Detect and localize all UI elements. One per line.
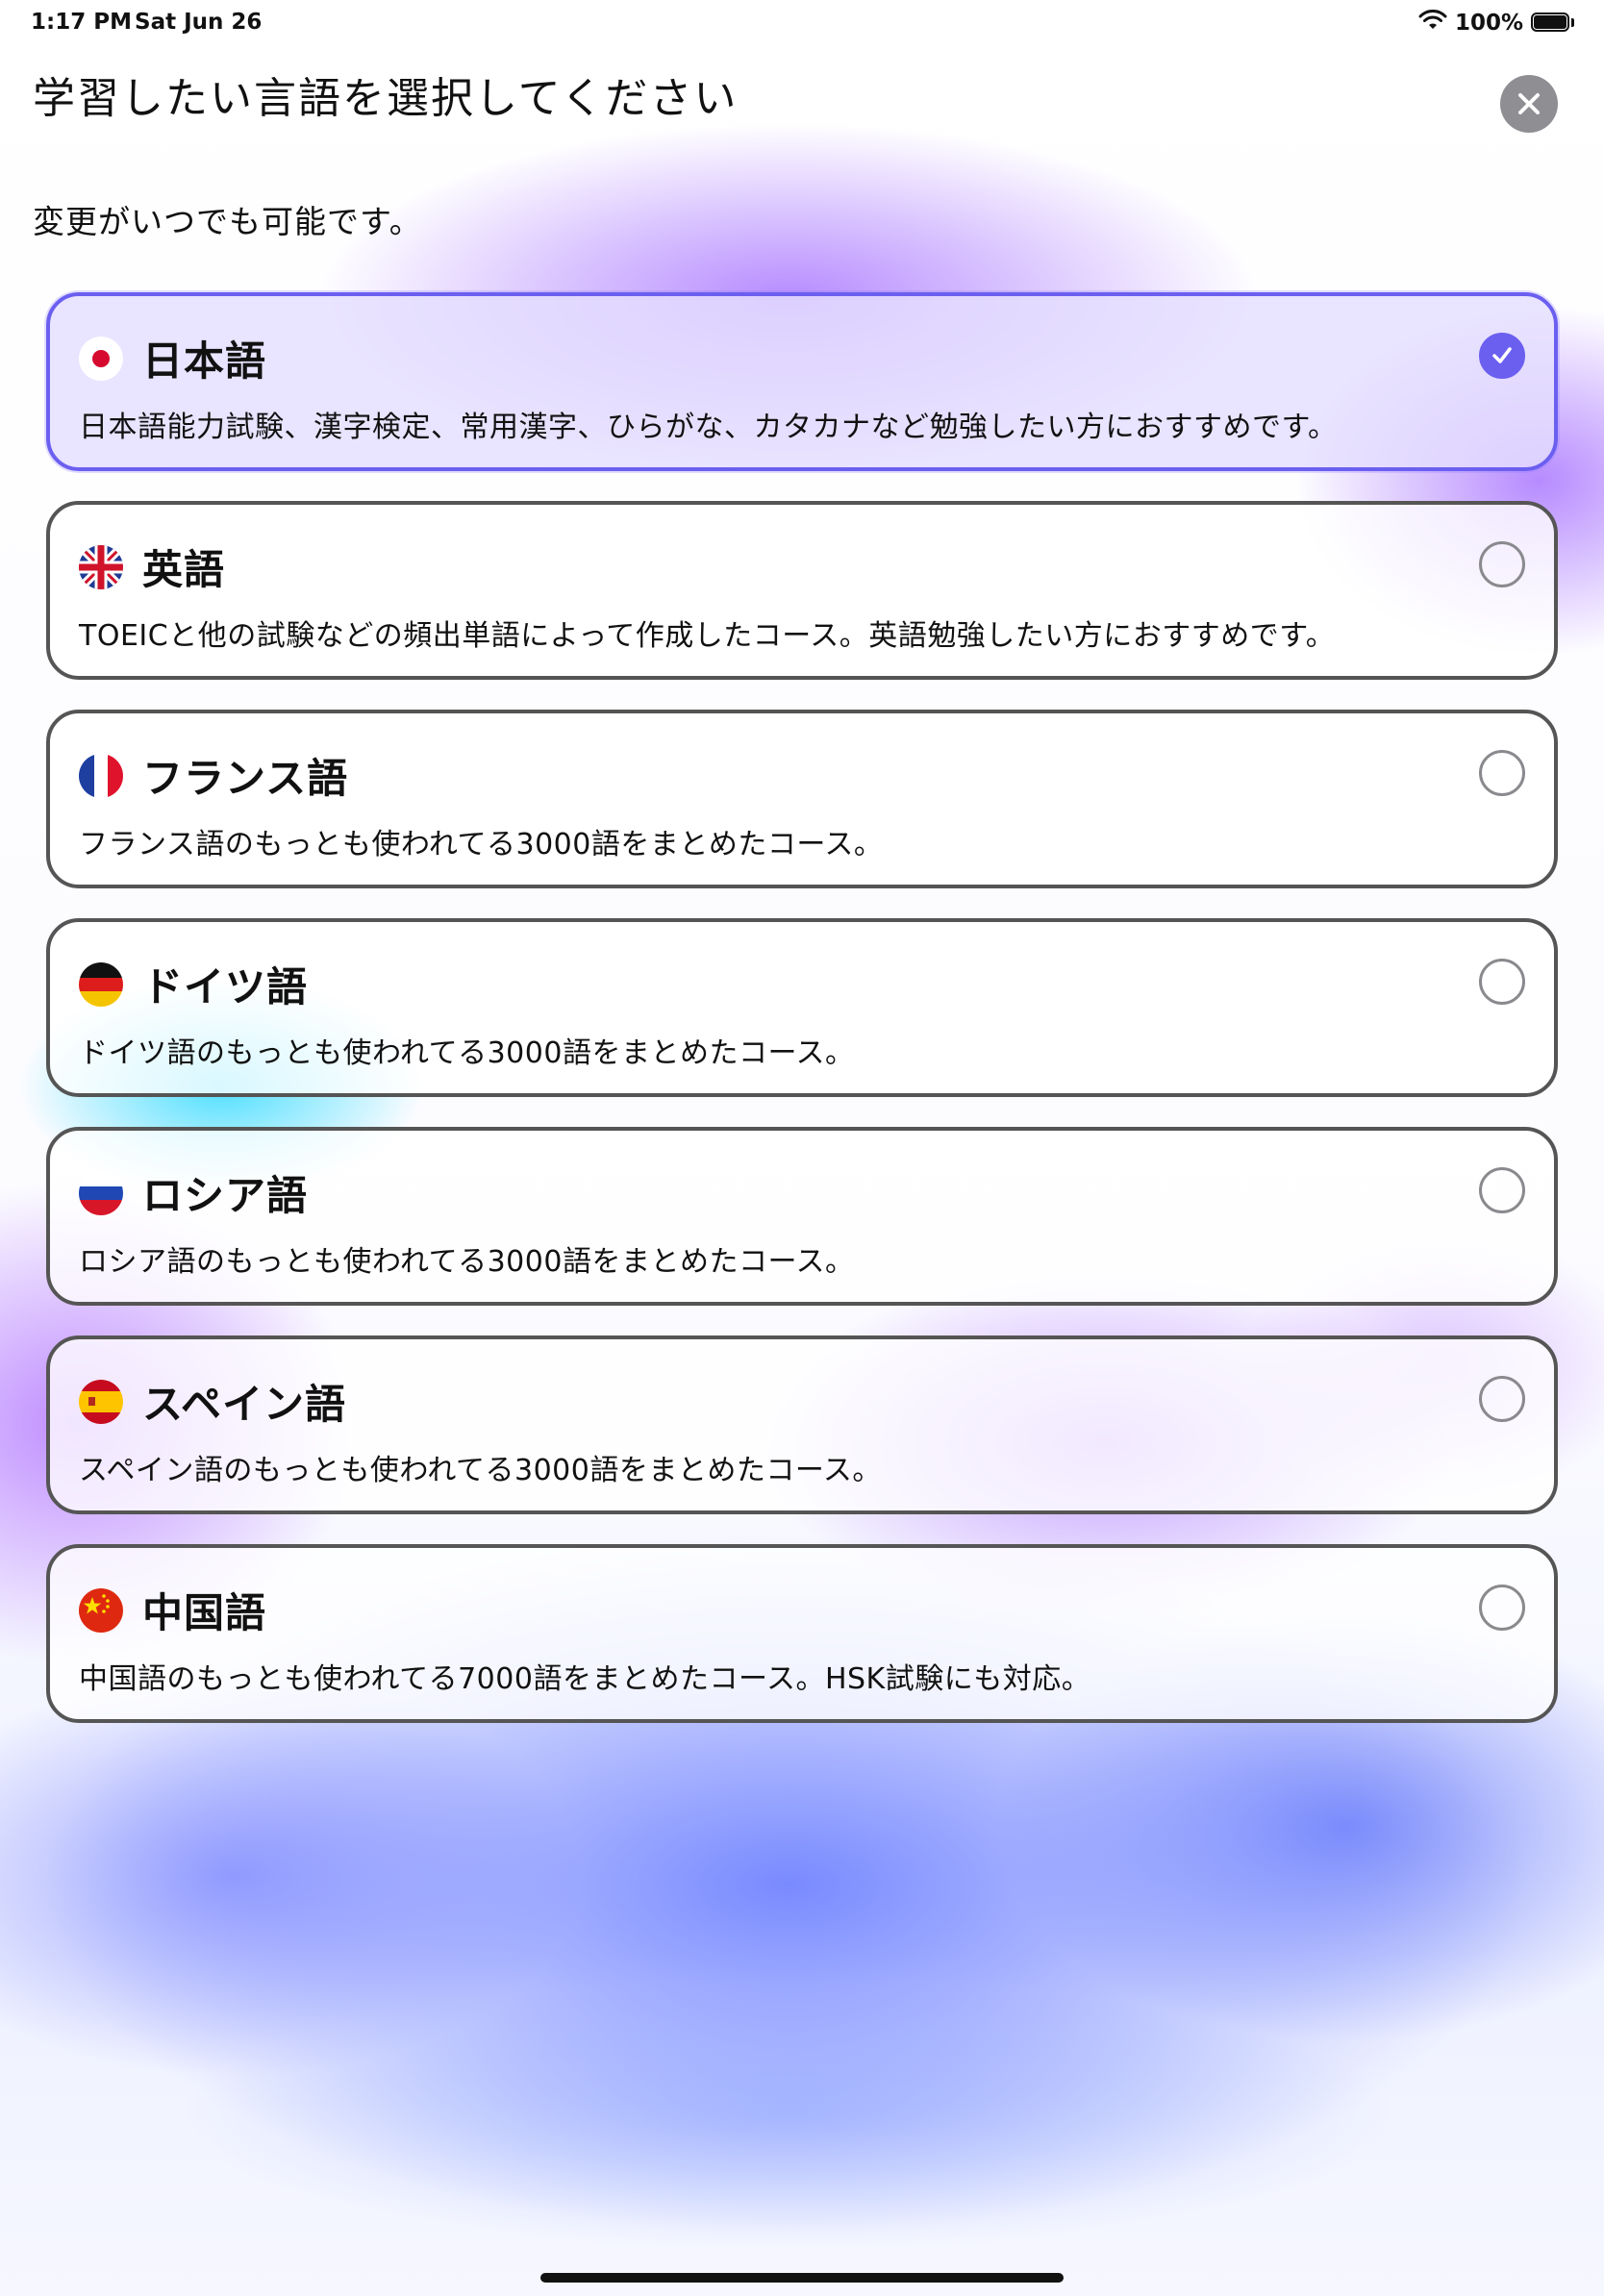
china-flag-icon xyxy=(79,1588,123,1633)
language-description: ドイツ語のもっとも使われてる3000語をまとめたコース。 xyxy=(79,1036,855,1070)
language-name: フランス語 xyxy=(142,755,349,802)
close-icon xyxy=(1518,93,1540,114)
home-indicator[interactable] xyxy=(540,2273,1064,2283)
radio-button[interactable] xyxy=(1479,1585,1525,1631)
language-name: 中国語 xyxy=(142,1589,267,1636)
language-option-english[interactable]: 英語 TOEICと他の試験などの頻出単語によって作成したコース。英語勉強したい方… xyxy=(46,501,1558,680)
language-option-russian[interactable]: ロシア語 ロシア語のもっとも使われてる3000語をまとめたコース。 xyxy=(46,1127,1558,1306)
language-option-french[interactable]: フランス語 フランス語のもっとも使われてる3000語をまとめたコース。 xyxy=(46,710,1558,888)
radio-button[interactable] xyxy=(1479,959,1525,1005)
spain-flag-icon xyxy=(79,1380,123,1424)
radio-button[interactable] xyxy=(1479,1376,1525,1422)
close-button[interactable] xyxy=(1500,75,1558,133)
language-description: 日本語能力試験、漢字検定、常用漢字、ひらがな、カタカナなど勉強したい方におすすめ… xyxy=(79,411,1338,444)
language-option-chinese[interactable]: 中国語 中国語のもっとも使われてる7000語をまとめたコース。HSK試験にも対応… xyxy=(46,1544,1558,1723)
radio-button[interactable] xyxy=(1479,1167,1525,1213)
language-name: ロシア語 xyxy=(142,1172,309,1219)
status-time: 1:17 PM xyxy=(31,10,132,35)
wifi-icon xyxy=(1418,10,1447,37)
language-name: 日本語 xyxy=(142,337,267,385)
language-name: 英語 xyxy=(142,546,226,593)
language-option-spanish[interactable]: スペイン語 スペイン語のもっとも使われてる3000語をまとめたコース。 xyxy=(46,1335,1558,1514)
russia-flag-icon xyxy=(79,1171,123,1215)
status-bar: 1:17 PM Sat Jun 26 100% xyxy=(0,0,1604,44)
language-option-german[interactable]: ドイツ語 ドイツ語のもっとも使われてる3000語をまとめたコース。 xyxy=(46,918,1558,1097)
checkmark-icon xyxy=(1492,347,1512,363)
language-list: 日本語 日本語能力試験、漢字検定、常用漢字、ひらがな、カタカナなど勉強したい方に… xyxy=(46,292,1558,1753)
language-description: ロシア語のもっとも使われてる3000語をまとめたコース。 xyxy=(79,1245,855,1279)
language-name: スペイン語 xyxy=(142,1381,347,1428)
status-indicators: 100% xyxy=(1418,10,1575,37)
japan-flag-icon xyxy=(79,337,123,381)
page-subtitle: 変更がいつでも可能です。 xyxy=(33,203,422,240)
france-flag-icon xyxy=(79,754,123,798)
language-description: TOEICと他の試験などの頻出単語によって作成したコース。英語勉強したい方におす… xyxy=(79,619,1336,653)
page-title: 学習したい言語を選択してください xyxy=(33,74,739,123)
radio-button-selected[interactable] xyxy=(1479,333,1525,379)
radio-button[interactable] xyxy=(1479,541,1525,587)
uk-flag-icon xyxy=(79,545,123,589)
status-date: Sat Jun 26 xyxy=(135,10,263,35)
germany-flag-icon xyxy=(79,962,123,1007)
radio-button[interactable] xyxy=(1479,750,1525,796)
language-description: 中国語のもっとも使われてる7000語をまとめたコース。HSK試験にも対応。 xyxy=(79,1662,1091,1696)
battery-percent: 100% xyxy=(1454,11,1523,36)
language-name: ドイツ語 xyxy=(142,963,309,1011)
language-description: フランス語のもっとも使われてる3000語をまとめたコース。 xyxy=(79,828,884,861)
battery-icon xyxy=(1531,12,1575,34)
language-description: スペイン語のもっとも使われてる3000語をまとめたコース。 xyxy=(79,1454,882,1487)
language-option-japanese[interactable]: 日本語 日本語能力試験、漢字検定、常用漢字、ひらがな、カタカナなど勉強したい方に… xyxy=(46,292,1558,471)
